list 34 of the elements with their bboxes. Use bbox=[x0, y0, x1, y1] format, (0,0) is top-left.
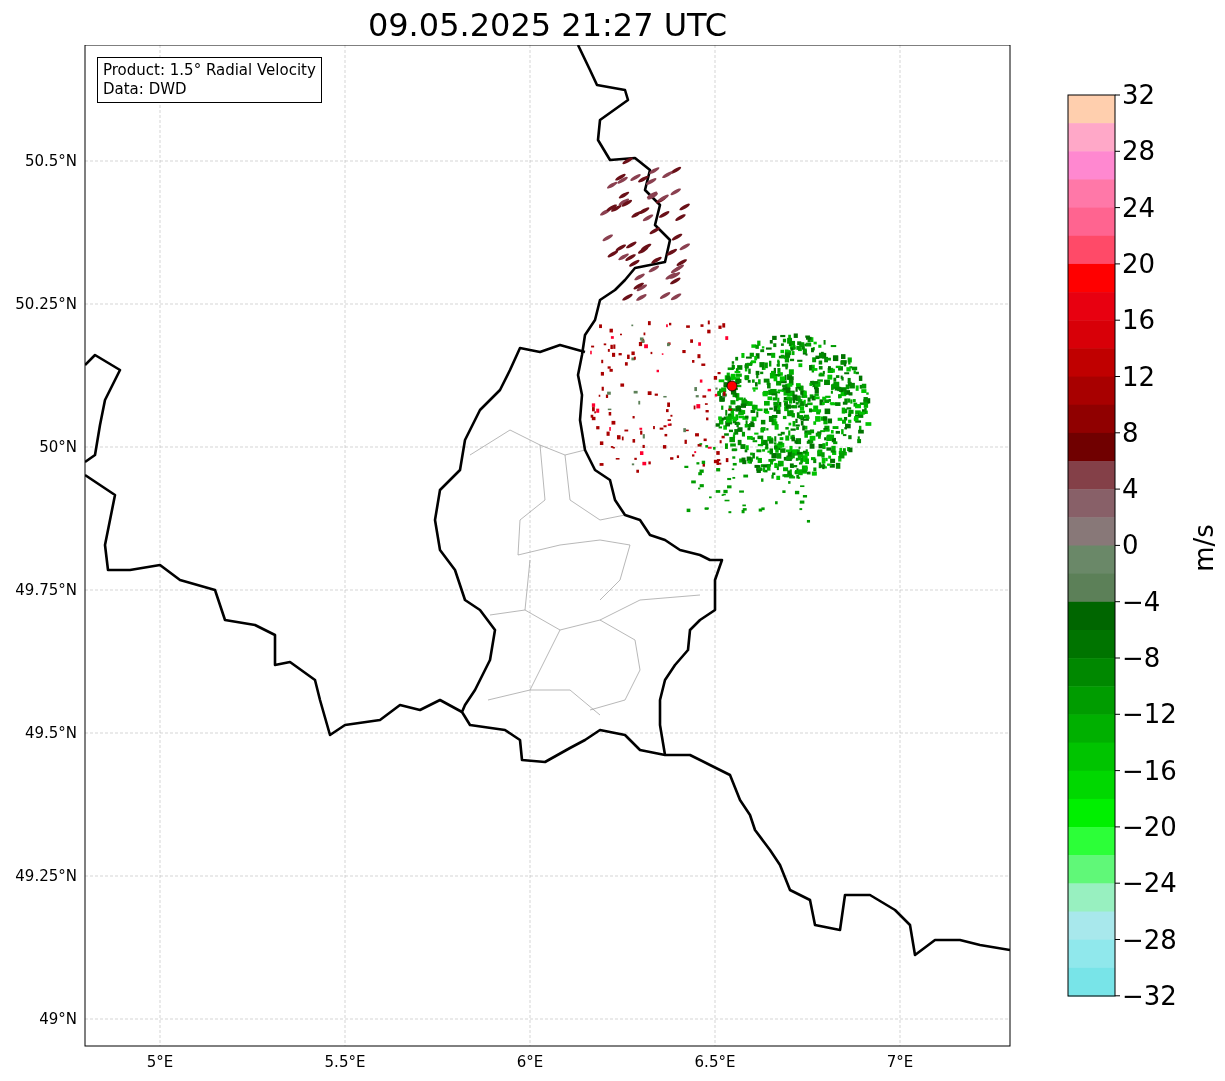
latitude-label: 49.25°N bbox=[15, 867, 77, 885]
colorbar-tick-label: 20 bbox=[1122, 248, 1156, 279]
colorbar-tick-label: −20 bbox=[1122, 811, 1177, 842]
latitude-label: 50.5°N bbox=[24, 152, 77, 170]
latitude-label: 50.25°N bbox=[15, 295, 77, 313]
colorbar-tick-label: −32 bbox=[1122, 980, 1177, 1011]
latitude-label: 49°N bbox=[39, 1010, 77, 1028]
colorbar-tick-label: 32 bbox=[1122, 80, 1156, 110]
legend-text: Data: DWD bbox=[103, 80, 188, 99]
latitude-label: 49.5°N bbox=[24, 724, 77, 742]
latitude-label: 49.75°N bbox=[15, 581, 77, 599]
latitude-label: 50°N bbox=[39, 438, 77, 456]
longitude-label: 6.5°E bbox=[694, 1053, 736, 1071]
colorbar-tick-label: 28 bbox=[1122, 136, 1156, 167]
colorbar-tick-label: −4 bbox=[1122, 586, 1161, 617]
longitude-label: 7°E bbox=[886, 1053, 914, 1071]
colorbar-tick-label: −28 bbox=[1122, 924, 1177, 955]
colorbar-tick-label: 0 bbox=[1122, 530, 1139, 561]
colorbar-tick-label: 24 bbox=[1122, 192, 1156, 223]
legend-text: Product: 1.5° Radial Velocity bbox=[103, 61, 316, 80]
colorbar-unit-label: m/s bbox=[1189, 524, 1219, 572]
chart-title: 09.05.2025 21:27 UTC bbox=[367, 5, 728, 45]
colorbar-tick-label: 4 bbox=[1122, 474, 1139, 505]
longitude-label: 5.5°E bbox=[324, 1053, 366, 1071]
colorbar-tick-label: −16 bbox=[1122, 755, 1177, 786]
colorbar-tick-label: 16 bbox=[1122, 305, 1156, 336]
colorbar-tick-label: −8 bbox=[1122, 643, 1161, 673]
colorbar-tick-label: −24 bbox=[1122, 868, 1177, 899]
radar-site-marker bbox=[726, 380, 738, 392]
longitude-label: 6°E bbox=[516, 1053, 544, 1071]
longitude-label: 5°E bbox=[146, 1053, 174, 1071]
colorbar-tick-label: 12 bbox=[1122, 361, 1156, 392]
colorbar-tick-label: 8 bbox=[1122, 417, 1139, 448]
colorbar-tick-label: −12 bbox=[1122, 699, 1177, 730]
